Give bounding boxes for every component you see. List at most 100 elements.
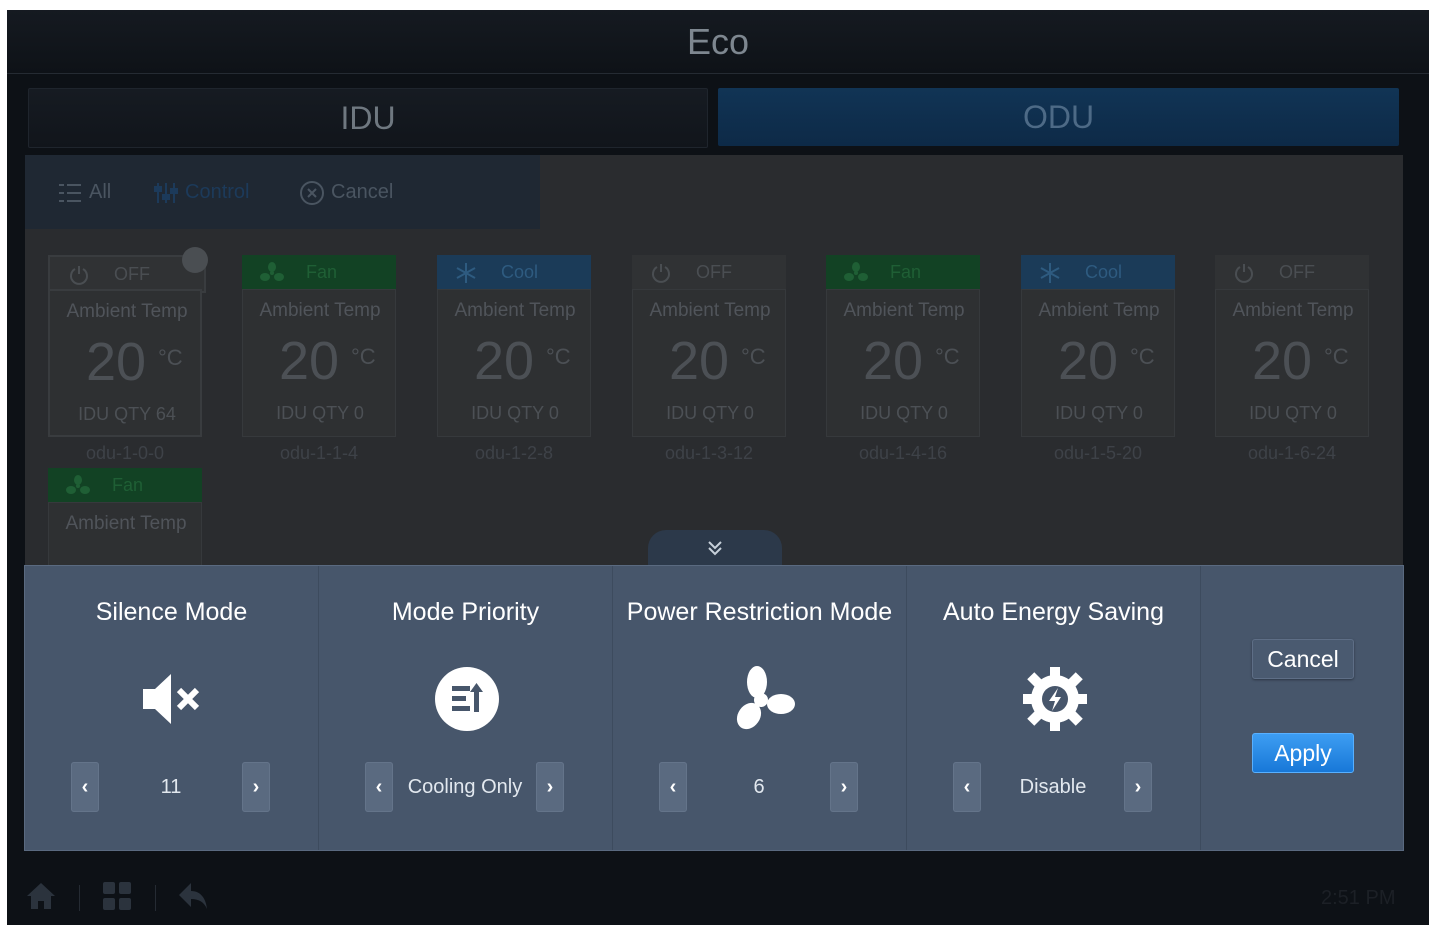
unit-name: odu-1-0-0 bbox=[85, 443, 165, 463]
nav-divider bbox=[79, 885, 80, 911]
grid-menu-icon[interactable] bbox=[102, 881, 132, 911]
temp-unit: °C bbox=[935, 344, 960, 369]
card-mode-label: OFF bbox=[696, 262, 732, 282]
energy-gear-icon bbox=[1023, 667, 1087, 731]
power-next-button[interactable]: › bbox=[830, 762, 858, 812]
unit-name: odu-1-2-8 bbox=[474, 443, 554, 463]
power-icon bbox=[70, 266, 88, 285]
select-all-label: All bbox=[89, 181, 112, 203]
back-icon[interactable] bbox=[177, 881, 209, 911]
unit-name: odu-1-1-4 bbox=[279, 443, 359, 463]
card-mode-label: Fan bbox=[112, 475, 144, 495]
energy-prev-button[interactable]: ‹ bbox=[953, 762, 981, 812]
card-mode-header: Fan bbox=[242, 255, 396, 289]
card-mode-header: Fan bbox=[48, 468, 202, 502]
idu-qty: IDU QTY 0 bbox=[1055, 403, 1143, 423]
unit-card[interactable]: OFF Ambient Temp 20 °C IDU QTY 0 odu-1-6… bbox=[1215, 255, 1369, 463]
cancel-button[interactable]: Cancel bbox=[1252, 639, 1354, 679]
control-button[interactable]: Control bbox=[153, 155, 249, 229]
ambient-label: Ambient Temp bbox=[1038, 300, 1160, 321]
setting-auto-energy-saving: Auto Energy Saving ‹ Disable › bbox=[907, 566, 1201, 850]
ambient-temp-value: 20 bbox=[669, 331, 730, 391]
unit-card[interactable]: Fan Ambient Temp 20 °C IDU QTY 0 odu-1-1… bbox=[242, 255, 396, 463]
setting-title: Mode Priority bbox=[391, 598, 540, 626]
card-mode-header: Cool bbox=[1021, 255, 1175, 289]
apply-button[interactable]: Apply bbox=[1252, 733, 1354, 773]
checklist-icon bbox=[59, 183, 81, 202]
card-mode-label: Fan bbox=[306, 262, 338, 282]
power-restriction-value: 6 bbox=[753, 776, 765, 798]
grid-toolbar: All Control Cancel bbox=[25, 155, 540, 229]
card-mode-header: OFF bbox=[1215, 255, 1369, 289]
unit-card[interactable]: Cool Ambient Temp 20 °C IDU QTY 0 odu-1-… bbox=[1021, 255, 1175, 463]
silence-next-button[interactable]: › bbox=[242, 762, 270, 812]
card-body: Ambient Temp 20 °C IDU QTY 0 bbox=[826, 289, 980, 437]
control-label: Control bbox=[185, 181, 250, 203]
toolbar-cancel-button[interactable]: Cancel bbox=[299, 155, 393, 229]
card-body: Ambient Temp 20 °C IDU QTY 0 bbox=[632, 289, 786, 437]
snowflake-icon bbox=[456, 263, 476, 283]
ambient-temp-value: 20 bbox=[474, 331, 535, 391]
page-title: Eco bbox=[7, 10, 1429, 74]
tab-idu[interactable]: IDU bbox=[28, 88, 708, 148]
setting-title: Auto Energy Saving bbox=[943, 598, 1164, 626]
card-body: Ambient Temp 20 °C IDU QTY 0 bbox=[1021, 289, 1175, 437]
fan-icon bbox=[260, 262, 284, 281]
ambient-temp-value: 20 bbox=[86, 332, 147, 392]
ambient-label: Ambient Temp bbox=[66, 301, 188, 322]
cancel-circle-icon bbox=[300, 180, 324, 205]
energy-next-button[interactable]: › bbox=[1124, 762, 1152, 812]
selected-check-icon bbox=[182, 247, 208, 273]
card-mode-label: OFF bbox=[1279, 262, 1315, 282]
priority-next-button[interactable]: › bbox=[536, 762, 564, 812]
fan-icon bbox=[66, 475, 90, 494]
double-chevron-down-icon bbox=[708, 541, 722, 556]
home-icon[interactable] bbox=[25, 881, 57, 911]
idu-qty: IDU QTY 0 bbox=[1249, 403, 1337, 423]
setting-title: Power Restriction Mode bbox=[626, 598, 893, 626]
priority-prev-button[interactable]: ‹ bbox=[365, 762, 393, 812]
ambient-temp-value: 20 bbox=[1252, 331, 1313, 391]
bottom-nav-bar: 2:51 PM bbox=[7, 865, 1429, 925]
setting-power-restriction: Power Restriction Mode ‹ 6 › bbox=[613, 566, 907, 850]
ambient-temp-value: 20 bbox=[279, 331, 340, 391]
unit-grid-area: All Control Cancel OFF Ambient Temp 20 °… bbox=[25, 155, 1403, 565]
temp-unit: °C bbox=[546, 344, 571, 369]
card-mode-label: Fan bbox=[890, 262, 922, 282]
idu-qty: IDU QTY 0 bbox=[276, 403, 364, 423]
temp-unit: °C bbox=[158, 345, 183, 370]
fan-icon bbox=[844, 262, 868, 281]
unit-card[interactable]: Fan Ambient Temp 20 °C IDU QTY 0 odu-1-4… bbox=[826, 255, 980, 463]
idu-qty: IDU QTY 0 bbox=[860, 403, 948, 423]
nav-divider bbox=[155, 885, 156, 911]
card-body: Ambient Temp 20 °C IDU QTY 0 bbox=[242, 289, 396, 437]
unit-name: odu-1-6-24 bbox=[1247, 443, 1337, 463]
unit-card[interactable]: OFF Ambient Temp 20 °C IDU QTY 0 odu-1-3… bbox=[632, 255, 786, 463]
card-body: Ambient Temp 20 °C IDU QTY 0 bbox=[1215, 289, 1369, 437]
card-body: Ambient Temp bbox=[48, 502, 202, 565]
card-body: Ambient Temp 20 °C IDU QTY 0 bbox=[437, 289, 591, 437]
tab-odu[interactable]: ODU bbox=[718, 88, 1399, 146]
power-prev-button[interactable]: ‹ bbox=[659, 762, 687, 812]
silence-mode-value: 11 bbox=[160, 776, 182, 798]
unit-card[interactable]: Cool Ambient Temp 20 °C IDU QTY 0 odu-1-… bbox=[437, 255, 591, 463]
idu-qty: IDU QTY 0 bbox=[666, 403, 754, 423]
card-body: Ambient Temp 20 °C IDU QTY 64 bbox=[48, 289, 202, 437]
ambient-label: Ambient Temp bbox=[65, 513, 187, 534]
snowflake-icon bbox=[1040, 263, 1060, 283]
temp-unit: °C bbox=[351, 344, 376, 369]
select-all-button[interactable]: All bbox=[57, 155, 111, 229]
power-icon bbox=[652, 264, 670, 283]
idu-qty: IDU QTY 64 bbox=[78, 404, 176, 424]
title-divider bbox=[7, 73, 1429, 74]
silence-prev-button[interactable]: ‹ bbox=[71, 762, 99, 812]
card-mode-header: Cool bbox=[437, 255, 591, 289]
power-icon bbox=[1235, 264, 1253, 283]
unit-card[interactable]: OFF Ambient Temp 20 °C IDU QTY 64 odu-1-… bbox=[48, 247, 208, 463]
temp-unit: °C bbox=[741, 344, 766, 369]
unit-name: odu-1-3-12 bbox=[664, 443, 754, 463]
card-mode-header: OFF bbox=[632, 255, 786, 289]
ambient-temp-value: 20 bbox=[1058, 331, 1119, 391]
unit-card[interactable]: Fan Ambient Temp bbox=[48, 468, 202, 565]
temp-unit: °C bbox=[1130, 344, 1155, 369]
